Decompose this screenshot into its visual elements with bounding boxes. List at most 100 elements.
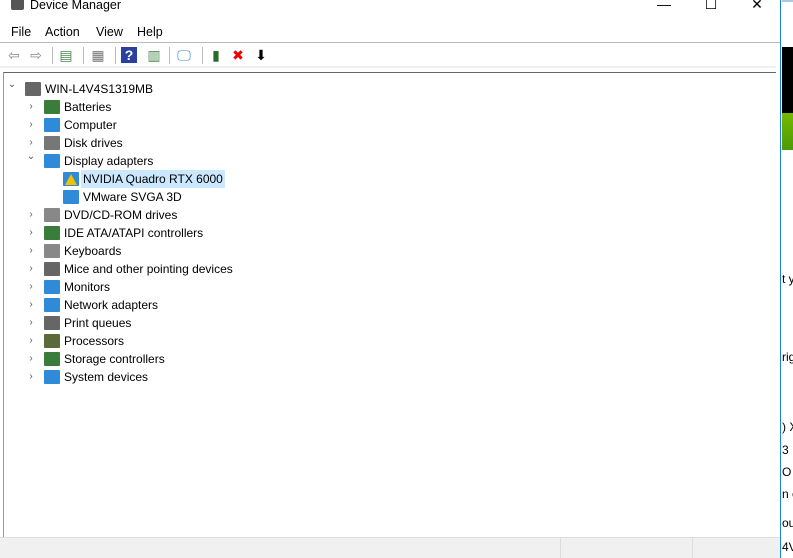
toolbar: ⇦ ⇨ ▤ ▦? ▥ 🖵 ▮ ✖ ⬇ [0,44,780,66]
tree-category-print-queues[interactable]: › Print queues [4,314,776,332]
tree-category-print-queues-icon [44,316,60,330]
tree-item-label: Keyboards [64,244,122,258]
tree-category-display-adapters-icon [44,154,60,168]
tree-category-processors[interactable]: › Processors [4,332,776,350]
background-text-fragment: O [782,465,792,479]
device-manager-window: Device Manager — ☐ ✕ File Action View He… [0,0,781,558]
tree-category-computer-icon [44,118,60,132]
action-pane-icon[interactable]: ▥ [146,47,162,63]
tree-category-mice-and-other-pointing-devices-icon [44,262,60,276]
collapse-chevron-icon[interactable]: ⌄ [7,76,17,94]
tree-category-dvd-cd-rom-drives-icon [44,208,60,222]
tree-category-disk-drives[interactable]: › Disk drives [4,134,776,152]
expand-chevron-icon[interactable]: › [26,332,36,350]
background-text-fragment: 4V [782,540,793,554]
tree-item-label: Disk drives [64,136,123,150]
tree-device[interactable]: VMware SVGA 3D [4,188,776,206]
menu-file[interactable]: File [11,25,31,39]
background-image-dark [782,47,793,113]
collapse-chevron-icon[interactable]: ⌄ [26,148,36,166]
scan-hardware-icon[interactable]: 🖵 [176,47,192,63]
expand-chevron-icon[interactable]: › [26,368,36,386]
minimize-button[interactable]: — [641,0,687,16]
expand-chevron-icon[interactable]: › [26,314,36,332]
tree-item-label: DVD/CD-ROM drives [64,208,178,222]
tree-category-disk-drives-icon [44,136,60,150]
properties-icon[interactable]: ▦ [90,47,106,63]
help-icon[interactable]: ? [121,47,137,63]
tree-category-monitors[interactable]: › Monitors [4,278,776,296]
tree-category-ide-ata-atapi-controllers-icon [44,226,60,240]
tree-category-mice-and-other-pointing-devices[interactable]: › Mice and other pointing devices [4,260,776,278]
toolbar-separator [83,47,84,64]
device-manager-icon [11,0,24,10]
menu-action[interactable]: Action [45,25,80,39]
tree-category-system-devices[interactable]: › System devices [4,368,776,386]
tree-category-dvd-cd-rom-drives[interactable]: › DVD/CD-ROM drives [4,206,776,224]
tree-root-computer-icon [25,82,41,96]
tree-item-label: WIN-L4V4S1319MB [45,82,154,96]
maximize-button[interactable]: ☐ [688,0,734,16]
background-text-fragment: rig [782,350,793,364]
tree-category-storage-controllers[interactable]: › Storage controllers [4,350,776,368]
expand-chevron-icon[interactable]: › [26,242,36,260]
tree-item-label: Computer [64,118,117,132]
toolbar-separator [202,47,203,64]
forward-icon[interactable]: ⇨ [28,47,44,63]
background-window: t y rig) X 3 On c ou 4V [782,0,793,558]
disable-icon[interactable]: ⬇ [253,47,269,63]
tree-category-display-adapters[interactable]: ⌄ Display adapters [4,151,776,170]
tree-category-processors-icon [44,334,60,348]
expand-chevron-icon[interactable]: › [26,278,36,296]
tree-item-label: Display adapters [64,154,154,168]
uninstall-icon[interactable]: ✖ [230,47,246,63]
update-driver-icon[interactable]: ▮ [208,47,224,63]
background-image-green [782,113,793,150]
menu-view[interactable]: View [96,25,123,39]
tree-item-label: Print queues [64,316,132,330]
background-text-fragment: ) X [782,420,793,434]
expand-chevron-icon[interactable]: › [26,206,36,224]
tree-device[interactable]: NVIDIA Quadro RTX 6000 [4,170,776,188]
toolbar-separator [52,47,53,64]
tree-category-computer[interactable]: › Computer [4,116,776,134]
background-text-fragment: n c [782,487,793,501]
tree-item-label: Network adapters [64,298,159,312]
window-title: Device Manager [30,0,122,12]
device-tree-pane: ⌄ WIN-L4V4S1319MB › Batteries › Computer › Disk… [0,66,776,537]
tree-device-icon [63,190,79,204]
warning-icon [65,174,77,185]
tree-category-keyboards[interactable]: › Keyboards [4,242,776,260]
status-cell [692,538,693,558]
tree-item-label: NVIDIA Quadro RTX 6000 [81,170,225,188]
back-icon[interactable]: ⇦ [6,47,22,63]
tree-category-keyboards-icon [44,244,60,258]
tree-item-label: VMware SVGA 3D [83,190,182,204]
status-cell [560,538,561,558]
tree-category-batteries-icon [44,100,60,114]
close-button[interactable]: ✕ [734,0,780,16]
expand-chevron-icon[interactable]: › [26,350,36,368]
tree-item-label: Mice and other pointing devices [64,262,233,276]
toolbar-separator [169,47,170,64]
show-hide-console-tree-icon[interactable]: ▤ [58,47,74,63]
device-tree: ⌄ WIN-L4V4S1319MB › Batteries › Computer › Disk… [3,72,776,537]
menu-help[interactable]: Help [137,25,163,39]
title-bar: Device Manager — ☐ ✕ [0,0,780,14]
expand-chevron-icon[interactable]: › [26,98,36,116]
toolbar-separator [115,47,116,64]
tree-category-batteries[interactable]: › Batteries [4,98,776,116]
tree-category-network-adapters-icon [44,298,60,312]
tree-item-label: Processors [64,334,125,348]
tree-category-network-adapters[interactable]: › Network adapters [4,296,776,314]
expand-chevron-icon[interactable]: › [26,224,36,242]
expand-chevron-icon[interactable]: › [26,296,36,314]
tree-item-label: Monitors [64,280,111,294]
expand-chevron-icon[interactable]: › [26,260,36,278]
expand-chevron-icon[interactable]: › [26,116,36,134]
background-text-fragment: ou [782,516,793,530]
tree-category-ide-ata-atapi-controllers[interactable]: › IDE ATA/ATAPI controllers [4,224,776,242]
background-text-fragment: t y [782,272,793,286]
tree-root-computer[interactable]: ⌄ WIN-L4V4S1319MB [4,79,776,98]
tree-category-system-devices-icon [44,370,60,384]
